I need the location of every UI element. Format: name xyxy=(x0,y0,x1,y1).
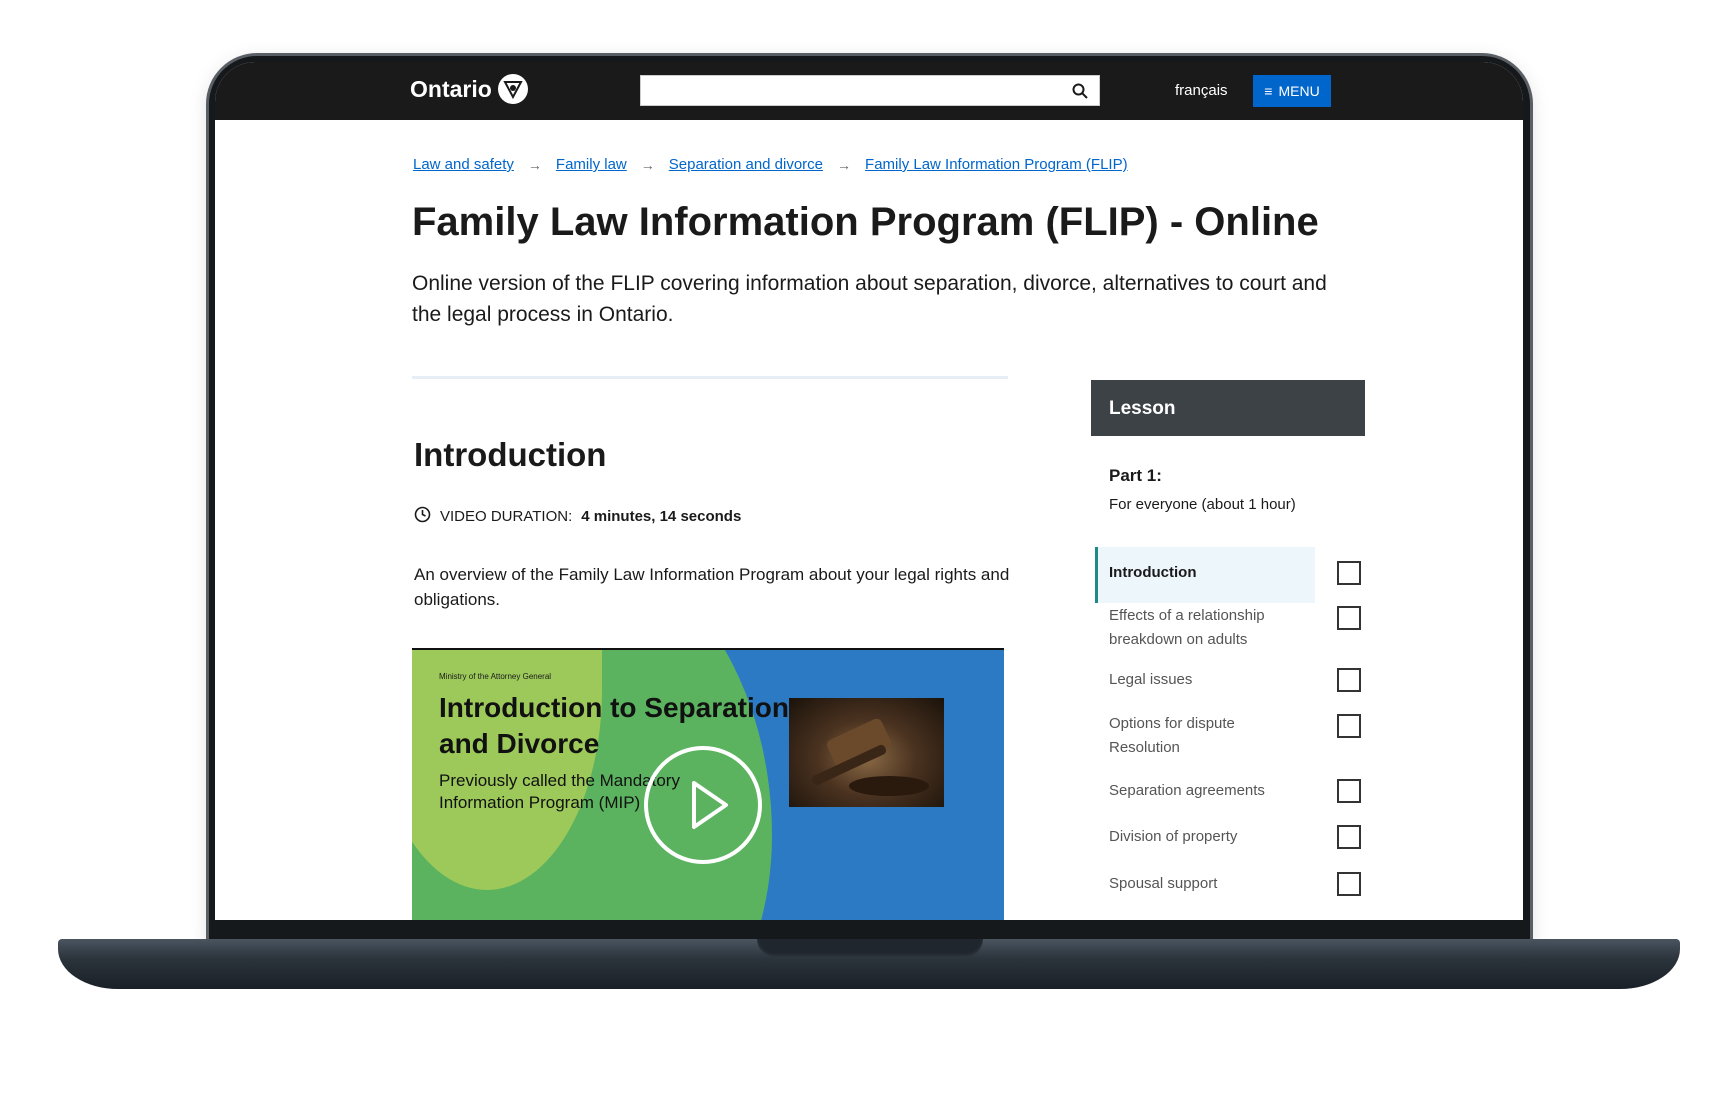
part-subtitle: For everyone (about 1 hour) xyxy=(1109,496,1296,513)
ontario-logo[interactable]: Ontario xyxy=(410,74,528,104)
menu-label: MENU xyxy=(1278,83,1320,99)
lesson-checkbox[interactable] xyxy=(1337,825,1361,849)
arrow-right-icon: → xyxy=(640,156,655,173)
menu-button[interactable]: ≡ MENU xyxy=(1253,75,1331,107)
clock-icon xyxy=(414,506,431,527)
video-ministry-text: Ministry of the Attorney General xyxy=(439,672,552,681)
browser-screen: Ontario français ≡ MENU Law and safety →… xyxy=(215,62,1523,920)
arrow-right-icon: → xyxy=(837,156,852,173)
lesson-item-label: Introduction xyxy=(1109,564,1197,581)
lesson-checkbox[interactable] xyxy=(1337,561,1361,585)
breadcrumb-link-law-and-safety[interactable]: Law and safety xyxy=(413,156,514,173)
video-player[interactable]: Ministry of the Attorney General Introdu… xyxy=(412,648,1004,920)
breadcrumb-link-family-law[interactable]: Family law xyxy=(556,156,627,173)
breadcrumb: Law and safety → Family law → Separation… xyxy=(413,156,1128,173)
lesson-item-label: Spousal support xyxy=(1109,875,1218,892)
page-title: Family Law Information Program (FLIP) - … xyxy=(412,200,1319,244)
laptop-notch xyxy=(757,939,983,957)
breadcrumb-link-flip[interactable]: Family Law Information Program (FLIP) xyxy=(865,156,1128,173)
lesson-item-label: Separation agreements xyxy=(1109,782,1265,799)
divider xyxy=(412,376,1008,379)
video-duration: VIDEO DURATION: 4 minutes, 14 seconds xyxy=(414,506,741,527)
page-lead: Online version of the FLIP covering info… xyxy=(412,272,1327,326)
lesson-header: Lesson xyxy=(1091,380,1365,436)
lesson-item-label: Division of property xyxy=(1109,828,1238,845)
duration-value: 4 minutes, 14 seconds xyxy=(581,508,742,525)
section-description: An overview of the Family Law Informatio… xyxy=(414,565,1010,609)
search-icon[interactable] xyxy=(1069,80,1091,102)
play-button[interactable] xyxy=(644,746,762,864)
gavel-image xyxy=(789,698,944,807)
lesson-checkbox[interactable] xyxy=(1337,872,1361,896)
lesson-checkbox[interactable] xyxy=(1337,668,1361,692)
part-title: Part 1: xyxy=(1109,466,1162,485)
laptop-bezel xyxy=(215,920,1523,940)
duration-label: VIDEO DURATION: xyxy=(440,508,573,525)
trillium-icon xyxy=(497,74,528,104)
lesson-item-label: Options for dispute Resolution xyxy=(1109,715,1235,756)
hamburger-icon: ≡ xyxy=(1264,83,1273,99)
breadcrumb-link-separation-divorce[interactable]: Separation and divorce xyxy=(669,156,823,173)
site-header: Ontario français ≡ MENU xyxy=(215,62,1523,120)
arrow-right-icon: → xyxy=(527,156,542,173)
lesson-item-label: Effects of a relationship breakdown on a… xyxy=(1109,607,1265,648)
play-icon xyxy=(692,781,728,829)
lesson-checkbox[interactable] xyxy=(1337,779,1361,803)
lesson-item-label: Legal issues xyxy=(1109,671,1193,688)
lesson-checkbox[interactable] xyxy=(1337,714,1361,738)
search-input[interactable] xyxy=(640,75,1100,106)
lesson-checkbox[interactable] xyxy=(1337,606,1361,630)
language-toggle-link[interactable]: français xyxy=(1175,82,1228,99)
section-title: Introduction xyxy=(414,436,607,473)
logo-text: Ontario xyxy=(410,75,492,102)
video-heading: Introduction to Separation and Divorce xyxy=(439,692,789,759)
